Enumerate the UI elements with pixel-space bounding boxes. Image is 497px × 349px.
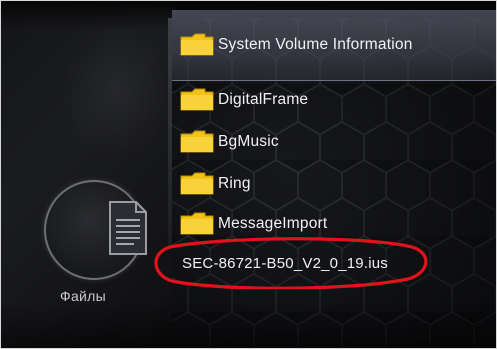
photo-border xyxy=(0,0,497,349)
device-screen: Файлы System Volume Information DigitalF… xyxy=(0,0,497,349)
